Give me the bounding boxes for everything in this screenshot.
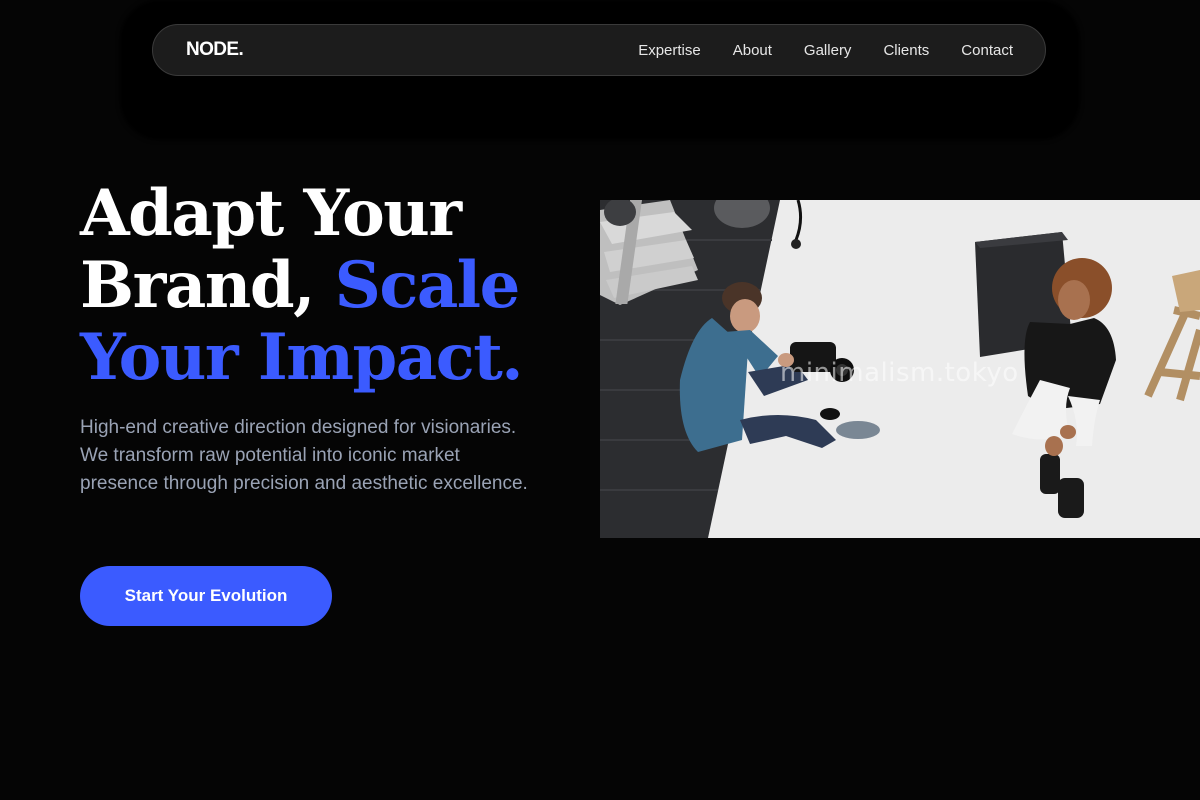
hero-description: High-end creative direction designed for…: [80, 417, 528, 494]
hero-title-line1: Adapt Your: [80, 176, 462, 251]
nav-link-clients[interactable]: Clients: [883, 42, 929, 59]
nav-link-expertise[interactable]: Expertise: [638, 42, 701, 59]
hero-media-image: minimalism.tokyo: [600, 200, 1200, 538]
media-watermark: minimalism.tokyo: [780, 358, 1019, 388]
hero-title-accent-scale: Scale: [334, 248, 521, 323]
start-evolution-button[interactable]: Start Your Evolution: [80, 566, 332, 626]
hero-title: Adapt Your Brand, Scale Your Impact.: [80, 178, 600, 394]
nav-link-gallery[interactable]: Gallery: [804, 42, 852, 59]
top-navbar: NODE. Expertise About Gallery Clients Co…: [152, 24, 1046, 76]
hero-title-line3: Your Impact.: [80, 320, 524, 395]
nav-link-contact[interactable]: Contact: [961, 42, 1013, 59]
landing-page: NODE. Expertise About Gallery Clients Co…: [0, 0, 1200, 800]
nav-link-about[interactable]: About: [733, 42, 772, 59]
hero-title-line2: Brand,: [80, 248, 335, 323]
nav-links: Expertise About Gallery Clients Contact: [606, 42, 1013, 59]
brand-logo[interactable]: NODE.: [186, 39, 244, 61]
